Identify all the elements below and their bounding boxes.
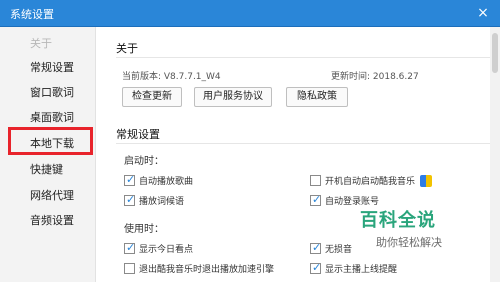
sidebar-item-proxy[interactable]: 网络代理 bbox=[0, 185, 96, 207]
greeting-label: 播放词候语 bbox=[139, 197, 185, 207]
today-highlights-label: 显示今日看点 bbox=[139, 245, 194, 255]
scrollbar-thumb[interactable] bbox=[492, 33, 498, 73]
divider bbox=[116, 57, 494, 58]
check-icon: ✓ bbox=[312, 241, 322, 254]
watermark-subtitle: 助你轻松解决 bbox=[376, 236, 442, 249]
close-icon[interactable]: × bbox=[474, 4, 492, 22]
settings-sidebar: 关于 常规设置 窗口歌词 桌面歌词 本地下载 快捷键 网络代理 音频设置 bbox=[0, 27, 96, 282]
sidebar-item-local-download[interactable]: 本地下载 bbox=[0, 133, 96, 155]
general-section-title: 常规设置 bbox=[116, 128, 160, 141]
check-icon: ✓ bbox=[126, 173, 136, 186]
exit-engine-label: 退出酷我音乐时退出播放加速引擎 bbox=[139, 265, 275, 275]
check-icon: ✓ bbox=[312, 261, 322, 274]
watermark-title: 百科全说 bbox=[360, 210, 436, 231]
current-version: 当前版本: V8.7.7.1_W4 bbox=[122, 72, 221, 82]
autoplay-label: 自动播放歌曲 bbox=[139, 177, 194, 187]
sidebar-item-desktop-lyrics[interactable]: 桌面歌词 bbox=[0, 107, 96, 129]
autostart-checkbox[interactable] bbox=[310, 175, 321, 186]
today-highlights-checkbox[interactable]: ✓ bbox=[124, 241, 136, 254]
check-icon: ✓ bbox=[312, 193, 322, 206]
check-update-button[interactable]: 检查更新 bbox=[122, 87, 182, 107]
about-section-title: 关于 bbox=[116, 42, 138, 55]
sidebar-item-hotkeys[interactable]: 快捷键 bbox=[0, 159, 96, 181]
sidebar-item-audio[interactable]: 音频设置 bbox=[0, 210, 96, 232]
lossless-checkbox[interactable]: ✓ bbox=[310, 241, 322, 254]
exit-engine-checkbox[interactable] bbox=[124, 263, 135, 274]
watermark: 百科全说 助你轻松解决 bbox=[360, 206, 470, 258]
privacy-policy-button[interactable]: 隐私政策 bbox=[286, 87, 348, 107]
autologin-checkbox[interactable]: ✓ bbox=[310, 193, 322, 206]
autostart-label: 开机自动启动酷我音乐 bbox=[325, 177, 416, 187]
anchor-reminder-label: 显示主播上线提醒 bbox=[325, 265, 398, 275]
update-time: 更新时间: 2018.6.27 bbox=[331, 72, 419, 82]
sidebar-item-about[interactable]: 关于 bbox=[0, 33, 96, 55]
window-title: 系统设置 bbox=[10, 8, 54, 21]
startup-group-title: 启动时： bbox=[124, 156, 164, 167]
divider bbox=[116, 143, 494, 144]
greeting-checkbox[interactable]: ✓ bbox=[124, 193, 136, 206]
lossless-label: 无损音 bbox=[325, 245, 353, 255]
anchor-reminder-checkbox[interactable]: ✓ bbox=[310, 261, 322, 274]
shield-icon bbox=[420, 175, 432, 187]
title-bar: 系统设置 × bbox=[0, 0, 500, 27]
autoplay-checkbox[interactable]: ✓ bbox=[124, 173, 136, 186]
check-icon: ✓ bbox=[126, 241, 136, 254]
check-icon: ✓ bbox=[126, 193, 136, 206]
sidebar-item-general[interactable]: 常规设置 bbox=[0, 57, 96, 79]
user-agreement-button[interactable]: 用户服务协议 bbox=[194, 87, 272, 107]
sidebar-item-window-lyrics[interactable]: 窗口歌词 bbox=[0, 82, 96, 104]
content-scrollbar[interactable] bbox=[490, 27, 500, 282]
usage-group-title: 使用时： bbox=[124, 224, 164, 235]
